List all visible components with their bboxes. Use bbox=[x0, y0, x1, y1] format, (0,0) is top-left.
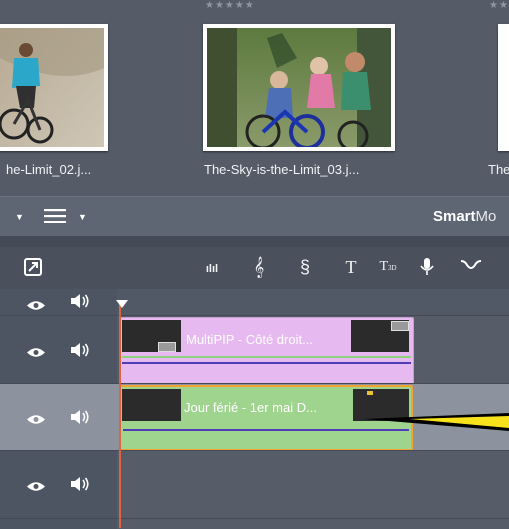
voiceover-icon[interactable] bbox=[418, 257, 436, 281]
eye-icon[interactable] bbox=[26, 298, 46, 310]
dropdown-arrow-icon[interactable]: ▼ bbox=[15, 212, 24, 222]
track-divider bbox=[0, 518, 509, 519]
playhead-handle[interactable] bbox=[116, 300, 128, 308]
clip-title: MultiPIP - Côté droit... bbox=[186, 332, 313, 347]
library-thumbnail[interactable] bbox=[0, 24, 108, 151]
library-item-filename: The-Sky-is-the-Limit_03.j... bbox=[204, 162, 360, 177]
clip-start-thumbnail bbox=[122, 320, 181, 352]
timeline-tools-toolbar: ılıl 𝄞 § T T3D bbox=[0, 247, 509, 289]
eye-icon[interactable] bbox=[26, 479, 46, 491]
library-thumbnail-selected[interactable] bbox=[203, 24, 395, 151]
rating-stars[interactable]: ★★★★★ bbox=[205, 1, 255, 11]
clip-audio-line bbox=[122, 356, 411, 358]
playhead[interactable] bbox=[119, 303, 121, 528]
export-icon[interactable] bbox=[22, 257, 44, 281]
photo-bikers bbox=[207, 28, 391, 147]
menu-dropdown-arrow-icon[interactable]: ▼ bbox=[78, 212, 87, 222]
media-library: ★★★★★ ★★ he-Limit_02.j... The-Sky-is-the… bbox=[0, 0, 509, 196]
keyframe-icon[interactable] bbox=[458, 257, 484, 277]
eye-icon[interactable] bbox=[26, 345, 46, 357]
speaker-icon[interactable] bbox=[70, 476, 90, 492]
track-lane[interactable]: MultiPIP - Côté droit... bbox=[117, 316, 509, 385]
smart-label: Smart bbox=[433, 208, 476, 225]
clip-end-thumbnail bbox=[351, 320, 409, 352]
audio-mixer-icon[interactable]: ılıl bbox=[200, 259, 224, 279]
track-header bbox=[0, 384, 116, 451]
timeline-track: MultiPIP - Côté droit... bbox=[0, 315, 509, 385]
speaker-icon[interactable] bbox=[70, 293, 90, 309]
library-item-filename: he-Limit_02.j... bbox=[6, 162, 92, 177]
track-header bbox=[0, 316, 116, 384]
timeline-top-toolbar: ▼ ▼ SmartMo bbox=[0, 196, 509, 237]
smart-label-cut: Mo bbox=[475, 208, 497, 225]
annotation-arrow bbox=[364, 413, 509, 431]
smartmovie-button[interactable]: SmartMo bbox=[433, 208, 496, 225]
eye-icon[interactable] bbox=[26, 412, 46, 424]
library-thumbnail[interactable] bbox=[498, 24, 509, 151]
timeline-clip[interactable]: MultiPIP - Côté droit... bbox=[119, 317, 414, 385]
timeline-ruler[interactable] bbox=[117, 289, 509, 315]
speaker-icon[interactable] bbox=[70, 409, 90, 425]
title-3d-icon[interactable]: T3D bbox=[375, 257, 401, 278]
music-icon[interactable]: 𝄞 bbox=[249, 257, 269, 277]
clip-start-thumbnail bbox=[122, 389, 181, 421]
clip-title: Jour férié - 1er mai D... bbox=[184, 400, 317, 415]
scorefitter-icon[interactable]: § bbox=[295, 257, 315, 277]
library-item-filename: The bbox=[488, 162, 509, 177]
speaker-icon[interactable] bbox=[70, 342, 90, 358]
title-icon[interactable]: T bbox=[342, 257, 360, 277]
clip-volume-line bbox=[122, 362, 411, 364]
divider bbox=[0, 236, 509, 247]
rating-stars[interactable]: ★★ bbox=[489, 1, 509, 11]
photo-cyclist bbox=[0, 28, 104, 147]
hamburger-menu-icon[interactable] bbox=[44, 209, 66, 224]
